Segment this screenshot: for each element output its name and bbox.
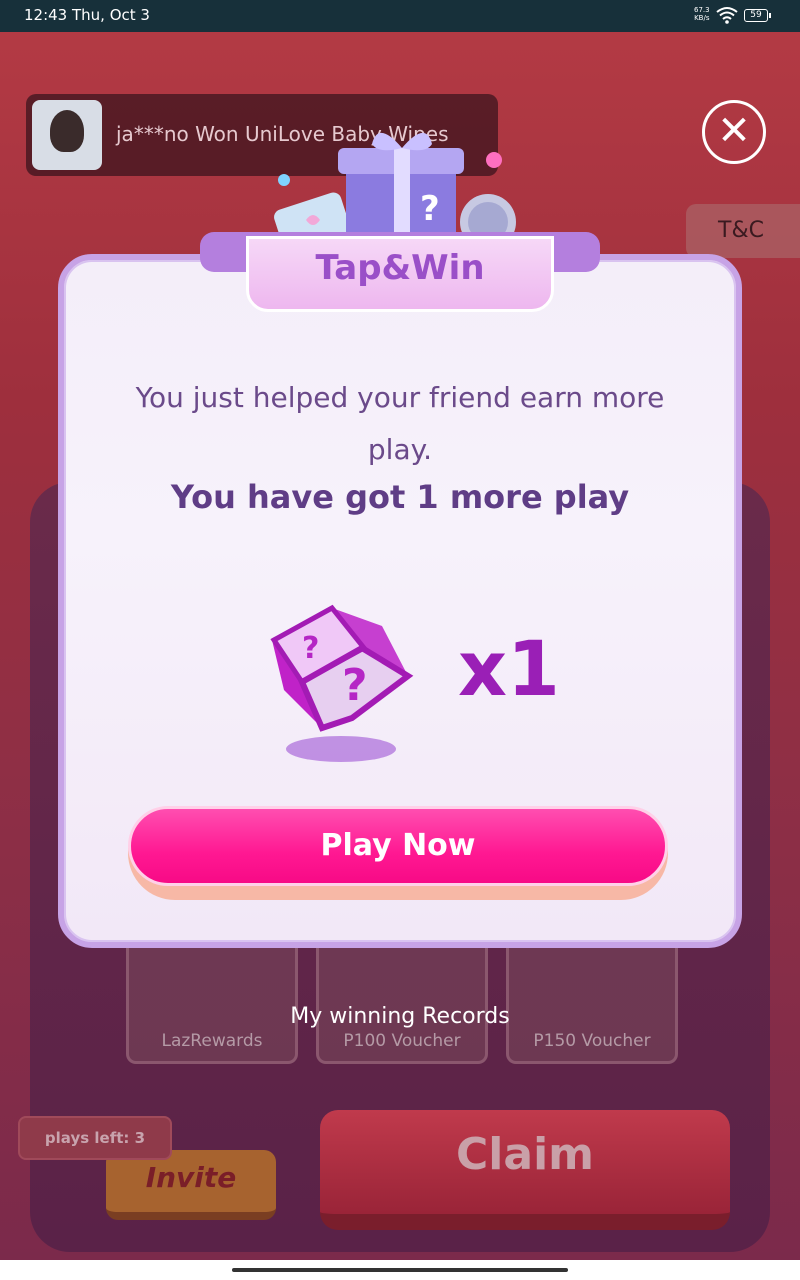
prize-label: LazRewards xyxy=(161,1031,263,1051)
network-speed-value: 67.3 xyxy=(694,6,710,14)
svg-text:?: ? xyxy=(342,660,368,711)
battery-icon: 59 xyxy=(744,9,771,22)
play-now-label: Play Now xyxy=(320,828,476,863)
play-now-button[interactable]: Play Now xyxy=(128,806,668,900)
prize-label: P150 Voucher xyxy=(533,1031,651,1051)
invite-button[interactable]: Invite xyxy=(106,1150,276,1220)
battery-level: 59 xyxy=(750,10,762,20)
svg-text:?: ? xyxy=(420,189,440,229)
claim-button[interactable]: Claim xyxy=(320,1110,730,1230)
close-icon: ✕ xyxy=(717,108,751,154)
terms-button[interactable]: T&C xyxy=(686,204,800,258)
status-date: Thu, Oct 3 xyxy=(72,6,150,24)
modal-title: Tap&Win xyxy=(315,248,485,288)
reward-quantity: x1 xyxy=(458,624,560,713)
winning-records-link[interactable]: My winning Records xyxy=(0,1004,800,1029)
modal-highlight: You have got 1 more play xyxy=(170,478,630,516)
svg-text:?: ? xyxy=(302,631,319,666)
wifi-icon xyxy=(716,7,738,24)
status-bar: 12:43 Thu, Oct 3 67.3 KB/s 59 xyxy=(0,0,800,32)
avatar xyxy=(32,100,102,170)
navigation-bar xyxy=(0,1260,800,1280)
mystery-dice-icon: ? ? xyxy=(270,604,414,732)
plays-left-badge: plays left: 3 xyxy=(18,1116,172,1160)
modal-title-banner: Tap&Win xyxy=(200,232,600,312)
prize-label: P100 Voucher xyxy=(343,1031,461,1051)
close-button[interactable]: ✕ xyxy=(702,100,766,164)
network-speed-unit: KB/s xyxy=(694,14,710,22)
home-gesture-bar[interactable] xyxy=(232,1268,568,1272)
status-time: 12:43 xyxy=(24,6,68,24)
modal-message: You just helped your friend earn more pl… xyxy=(135,381,665,466)
network-speed: 67.3 KB/s xyxy=(694,6,710,22)
